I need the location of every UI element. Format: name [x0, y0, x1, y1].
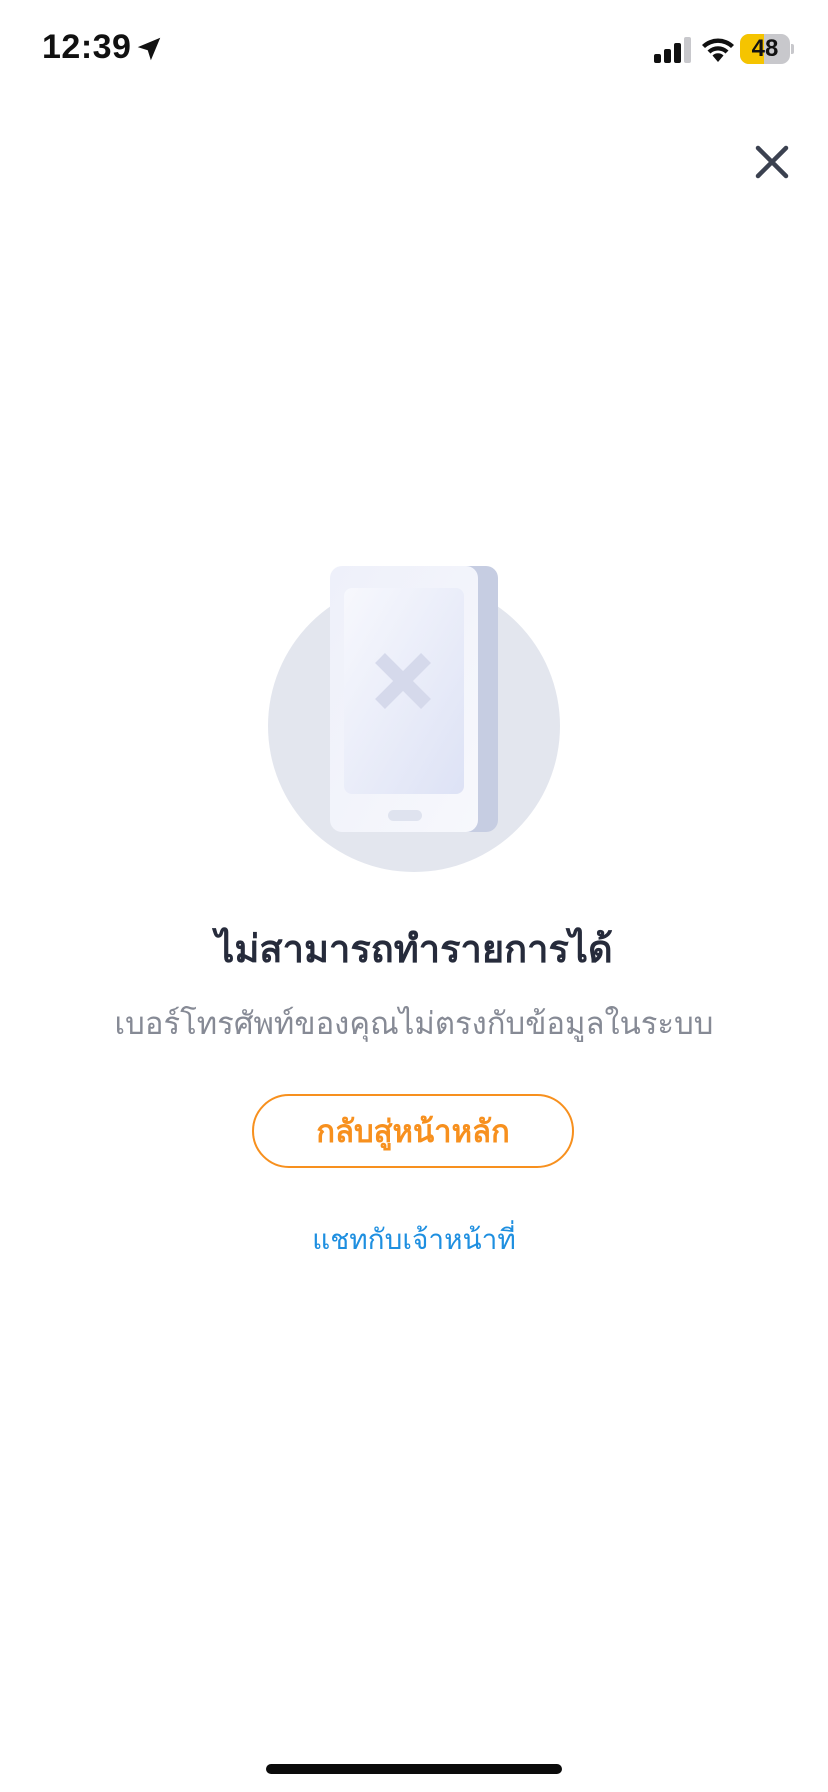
close-icon[interactable]	[748, 138, 796, 186]
battery-level: 48	[751, 35, 779, 62]
wifi-icon	[702, 38, 734, 62]
battery-icon: 48	[740, 34, 794, 64]
phone-error-icon	[268, 566, 560, 872]
chat-with-agent-link[interactable]: แชทกับเจ้าหน้าที่	[0, 1218, 828, 1262]
status-bar: 12:39 48	[0, 0, 828, 100]
back-to-home-button[interactable]: กลับสู่หน้าหลัก	[252, 1094, 574, 1168]
error-title: ไม่สามารถทำรายการได้	[215, 927, 613, 971]
location-arrow-icon	[137, 37, 161, 61]
status-time: 12:39	[42, 28, 132, 66]
error-message: เบอร์โทรศัพท์ของคุณไม่ตรงกับข้อมูลในระบบ	[114, 1006, 714, 1042]
home-indicator[interactable]	[266, 1764, 562, 1774]
error-screen: 12:39 48 ไม่สามารถทำรายการได้ เบอร์โทรศั…	[0, 0, 828, 1792]
cellular-signal-icon	[654, 37, 691, 63]
